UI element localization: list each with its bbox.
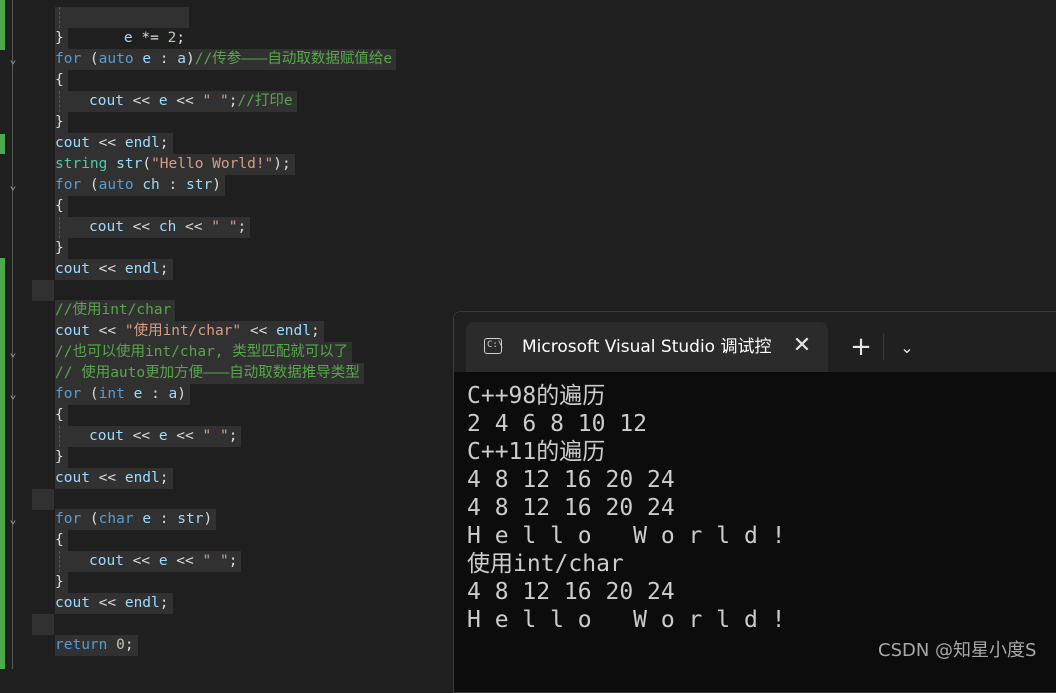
code-line[interactable]: cout << e << " "; [55, 551, 242, 572]
code-line-empty[interactable] [32, 489, 54, 510]
scope-line [12, 0, 13, 669]
console-tab[interactable]: C:\ Microsoft Visual Studio 调试控制台 ✕ [466, 322, 828, 372]
code-token: *= [132, 30, 168, 46]
code-line[interactable]: for (char e : str) [55, 509, 217, 530]
code-line[interactable]: //使用int/char [55, 300, 176, 321]
chevron-down-icon[interactable]: ⌄ [893, 334, 921, 362]
watermark: CSDN @知星小度S [878, 640, 1037, 661]
code-token: ; [176, 30, 186, 46]
console-line: C++98的遍历 [467, 383, 606, 409]
close-icon[interactable]: ✕ [788, 332, 816, 360]
code-line[interactable]: { [55, 196, 68, 217]
code-line[interactable]: { [55, 70, 68, 91]
code-line[interactable]: cout << "使用int/char" << endl; [55, 321, 324, 342]
code-line[interactable]: cout << endl; [55, 468, 173, 489]
code-line[interactable]: for (auto ch : str) [55, 175, 225, 196]
code-line[interactable]: for (auto e : a)//传参———自动取数据赋值给e [55, 49, 397, 70]
fold-chevron-icon[interactable]: ⌄ [6, 345, 20, 359]
fold-chevron-icon[interactable]: ⌄ [6, 178, 20, 192]
code-line[interactable]: cout << e << " "; [55, 426, 242, 447]
console-line: 4 8 12 16 20 24 [467, 467, 675, 493]
code-line[interactable]: e *= 2; [55, 7, 190, 46]
console-line: H e l l o W o r l d ! [467, 523, 786, 549]
code-line[interactable]: cout << endl; [55, 259, 173, 280]
fold-chevron-icon[interactable]: ⌄ [6, 52, 20, 66]
console-line: 2 4 6 8 10 12 [467, 411, 648, 437]
code-line[interactable]: string str("Hello World!"); [55, 154, 295, 175]
code-line[interactable]: cout << ch << " "; [55, 217, 251, 238]
code-line[interactable]: for (int e : a) [55, 384, 191, 405]
console-line: 4 8 12 16 20 24 [467, 579, 675, 605]
console-line: H e l l o W o r l d ! [467, 607, 786, 633]
code-token: e [123, 30, 133, 46]
code-line[interactable]: // 使用auto更加方便———自动取数据推导类型 [55, 363, 364, 384]
change-marker [0, 134, 5, 154]
code-line[interactable]: { [55, 530, 68, 551]
console-titlebar[interactable]: C:\ Microsoft Visual Studio 调试控制台 ✕ + ⌄ [454, 312, 1056, 372]
code-line[interactable]: } [55, 238, 68, 259]
change-marker [0, 258, 5, 669]
code-line[interactable]: } [55, 447, 68, 468]
code-line[interactable]: cout << endl; [55, 593, 173, 614]
code-line[interactable]: } [55, 112, 68, 133]
console-line: C++11的遍历 [467, 439, 606, 465]
code-line[interactable]: cout << e << " ";//打印e [55, 91, 297, 112]
code-line[interactable]: return 0; [55, 635, 138, 656]
console-line: 4 8 12 16 20 24 [467, 495, 675, 521]
debug-console-window[interactable]: C:\ Microsoft Visual Studio 调试控制台 ✕ + ⌄ … [453, 311, 1056, 693]
code-line[interactable]: { [55, 405, 68, 426]
separator [883, 334, 884, 360]
code-line[interactable]: //也可以使用int/char, 类型匹配就可以了 [55, 342, 353, 363]
console-output[interactable]: C++98的遍历 2 4 6 8 10 12 C++11的遍历 4 8 12 1… [467, 382, 1056, 634]
terminal-icon: C:\ [484, 338, 503, 354]
new-tab-icon[interactable]: + [847, 334, 875, 362]
fold-chevron-icon[interactable]: ⌄ [6, 387, 20, 401]
code-line[interactable]: } [55, 28, 68, 49]
code-line-empty[interactable] [32, 280, 54, 301]
code-line-empty[interactable] [32, 614, 54, 635]
code-token: 2 [167, 30, 177, 46]
code-line[interactable]: } [55, 572, 68, 593]
console-tab-title: Microsoft Visual Studio 调试控制台 [522, 337, 772, 357]
fold-chevron-icon[interactable]: ⌄ [6, 512, 20, 526]
console-line: 使用int/char [467, 551, 624, 577]
change-marker [0, 0, 5, 50]
code-line[interactable]: cout << endl; [55, 133, 173, 154]
